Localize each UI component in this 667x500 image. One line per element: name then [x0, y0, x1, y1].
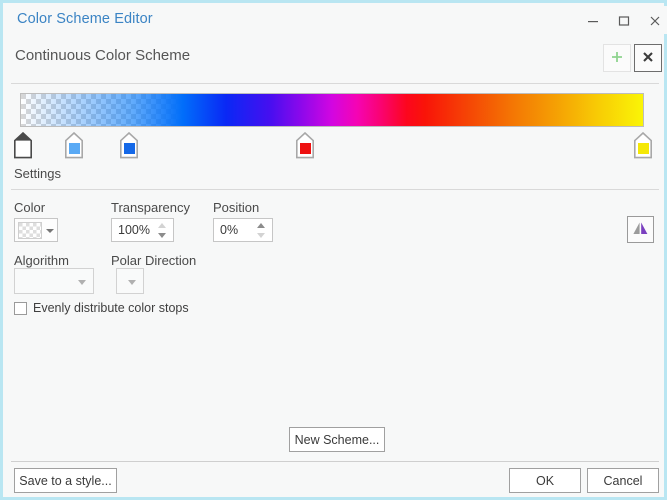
polar-direction-label: Polar Direction [111, 253, 197, 268]
close-icon[interactable] [640, 9, 667, 32]
stop-transparent[interactable] [13, 132, 33, 159]
cancel-button[interactable]: Cancel [587, 468, 659, 493]
scheme-name-label: Continuous Color Scheme [15, 47, 191, 64]
transparency-label: Transparency [111, 200, 190, 215]
flip-colors-button[interactable] [627, 216, 654, 243]
stop-light-blue[interactable] [64, 132, 84, 159]
stop-yellow[interactable] [633, 132, 653, 159]
color-scheme-editor-window: Color Scheme Editor Continuous Color Sch… [0, 0, 667, 500]
color-swatch-transparent [18, 222, 42, 239]
algorithm-label: Algorithm [14, 253, 69, 268]
transparency-value: 100% [118, 223, 150, 237]
new-scheme-button[interactable]: New Scheme... [289, 427, 385, 452]
title-bar: Color Scheme Editor [6, 6, 667, 34]
algorithm-dropdown[interactable] [14, 268, 94, 294]
position-stepper[interactable]: 0% [213, 218, 273, 242]
stop-red-swatch [300, 143, 311, 154]
position-spin-arrows[interactable] [257, 223, 266, 238]
ok-button[interactable]: OK [509, 468, 581, 493]
position-label: Position [213, 200, 260, 215]
stop-red[interactable] [295, 132, 315, 159]
evenly-distribute-label: Evenly distribute color stops [33, 301, 189, 315]
color-ramp-area[interactable] [6, 88, 667, 160]
stop-blue[interactable] [119, 132, 139, 159]
chevron-down-icon [78, 280, 86, 285]
chevron-down-icon [128, 280, 136, 285]
flip-colors-icon [633, 222, 648, 234]
plus-icon [612, 51, 622, 62]
spin-down-icon[interactable] [257, 233, 265, 238]
maximize-icon[interactable] [609, 9, 639, 32]
stop-light-blue-swatch [69, 143, 80, 154]
close-x-icon [643, 51, 653, 62]
stop-yellow-swatch [638, 143, 649, 154]
scheme-header: Continuous Color Scheme [6, 41, 667, 77]
save-to-style-button[interactable]: Save to a style... [14, 468, 117, 493]
header-divider [11, 83, 659, 84]
add-scheme-button[interactable] [603, 44, 631, 72]
stop-blue-swatch [124, 143, 135, 154]
transparency-stepper[interactable]: 100% [111, 218, 174, 242]
remove-scheme-button[interactable] [634, 44, 662, 72]
evenly-distribute-checkbox[interactable] [14, 302, 27, 315]
minimize-icon[interactable] [578, 9, 608, 32]
transparency-spin-arrows[interactable] [158, 223, 167, 238]
spin-up-icon[interactable] [158, 223, 166, 228]
polar-direction-dropdown[interactable] [116, 268, 144, 294]
position-value: 0% [220, 223, 239, 237]
spin-up-icon[interactable] [257, 223, 265, 228]
color-picker[interactable] [14, 218, 58, 242]
settings-divider [11, 189, 659, 190]
settings-section-label: Settings [14, 166, 61, 181]
spin-down-icon[interactable] [158, 233, 166, 238]
window-title: Color Scheme Editor [17, 11, 153, 27]
footer-divider [11, 461, 659, 462]
chevron-down-icon [46, 229, 54, 233]
color-ramp-bar[interactable] [20, 93, 644, 127]
color-label: Color [14, 200, 46, 215]
stop-transparent-swatch [18, 143, 29, 154]
